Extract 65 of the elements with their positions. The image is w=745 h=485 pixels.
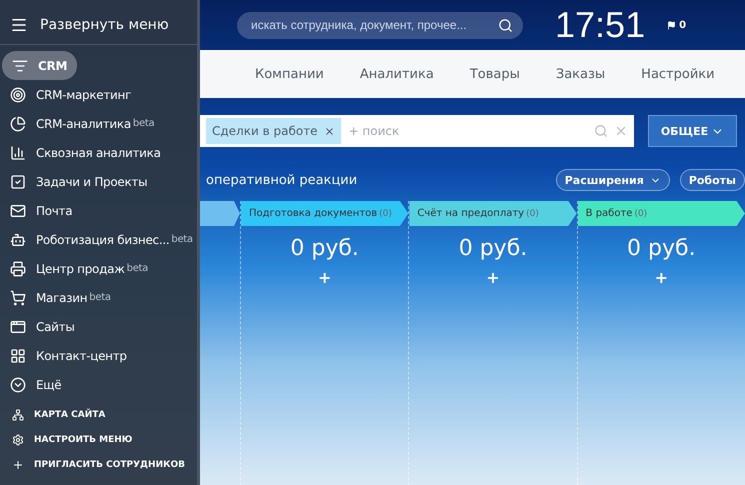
- stage-count: (0): [379, 208, 392, 218]
- menu-item[interactable]: Задачи и Проекты: [0, 167, 158, 196]
- menu-item[interactable]: Сайты: [0, 312, 84, 341]
- add-button[interactable]: +: [480, 267, 506, 288]
- add-button[interactable]: +: [312, 267, 338, 288]
- close-icon[interactable]: [324, 126, 335, 136]
- menu-item[interactable]: Ещё: [0, 370, 72, 399]
- flag-counter[interactable]: 0: [667, 20, 686, 30]
- stage-header: [200, 201, 240, 226]
- robots-button[interactable]: Роботы: [680, 169, 745, 191]
- nav-tab[interactable]: Аналитика: [360, 66, 434, 82]
- menu-icon: [10, 16, 28, 34]
- sitemap-icon: [12, 408, 24, 420]
- search-icon: [498, 18, 513, 32]
- chevron-circle-icon: [10, 376, 26, 392]
- stage-count: (0): [634, 208, 648, 218]
- plus-icon: [12, 458, 24, 470]
- beta-label: beta: [132, 118, 154, 129]
- nav-tab[interactable]: Настройки: [641, 66, 715, 82]
- stage-sum: 0 руб.: [290, 236, 359, 261]
- stage-count: (0): [526, 208, 539, 218]
- add-button[interactable]: +: [648, 267, 674, 288]
- cash-register-icon: [10, 260, 26, 276]
- stage-header[interactable]: Счёт на предоплату (0): [409, 201, 577, 226]
- menu-item[interactable]: CRM-маркетинг: [0, 80, 142, 109]
- beta-label: beta: [171, 234, 193, 245]
- beta-label: beta: [89, 292, 111, 303]
- stage-name: Подготовка документов: [249, 208, 378, 219]
- stage-sum: 0 руб.: [458, 236, 528, 261]
- clock: 17:51: [555, 4, 646, 46]
- stage-sum: 0 руб.: [627, 236, 696, 261]
- beta-label: beta: [126, 263, 148, 274]
- stage-name: В работе: [586, 208, 632, 219]
- nav-tab[interactable]: Товары: [470, 66, 520, 82]
- cart-icon: [10, 290, 26, 306]
- filter-icon: [12, 58, 28, 74]
- checkbox-icon: [10, 174, 26, 190]
- pie-chart-icon: [10, 116, 26, 132]
- filter-chip[interactable]: Сделки в работе: [206, 118, 341, 144]
- filter-field[interactable]: Сделки в работе + поиск: [200, 115, 634, 147]
- menu-item[interactable]: Сквозная аналитика: [0, 138, 171, 167]
- settings-icon: [12, 434, 24, 446]
- menu-link[interactable]: КАРТА САЙТА: [0, 402, 197, 427]
- menu-item[interactable]: CRM: [2, 51, 78, 80]
- mail-icon: [10, 202, 26, 218]
- bar-chart-icon: [10, 144, 26, 160]
- menu-link[interactable]: НАСТРОИТЬ МЕНЮ: [0, 427, 197, 452]
- search-icon: [594, 124, 608, 138]
- window-icon: [10, 318, 26, 334]
- menu-item[interactable]: Почта: [0, 196, 82, 225]
- nav-tab[interactable]: Компании: [255, 66, 324, 82]
- stage-header[interactable]: Подготовка документов (0): [241, 201, 408, 226]
- section-heading: оперативной реакции: [206, 172, 358, 188]
- grid-icon: [10, 348, 26, 364]
- expand-menu-button[interactable]: Развернуть меню: [0, 8, 197, 45]
- stage-name: Счёт на предоплату: [417, 208, 524, 219]
- stage-header[interactable]: В работе (0): [578, 201, 745, 226]
- menu-link[interactable]: ПРИГЛАСИТЬ СОТРУДНИКОВ: [0, 452, 197, 477]
- extensions-button[interactable]: Расширения: [556, 169, 670, 191]
- robot-icon: [10, 232, 26, 248]
- nav-tab[interactable]: Заказы: [556, 66, 606, 82]
- menu-item[interactable]: Контакт-центр: [0, 341, 137, 370]
- target-icon: [10, 86, 26, 102]
- flag-icon: [667, 20, 676, 30]
- preset-button[interactable]: ОБЩЕЕ: [648, 115, 737, 147]
